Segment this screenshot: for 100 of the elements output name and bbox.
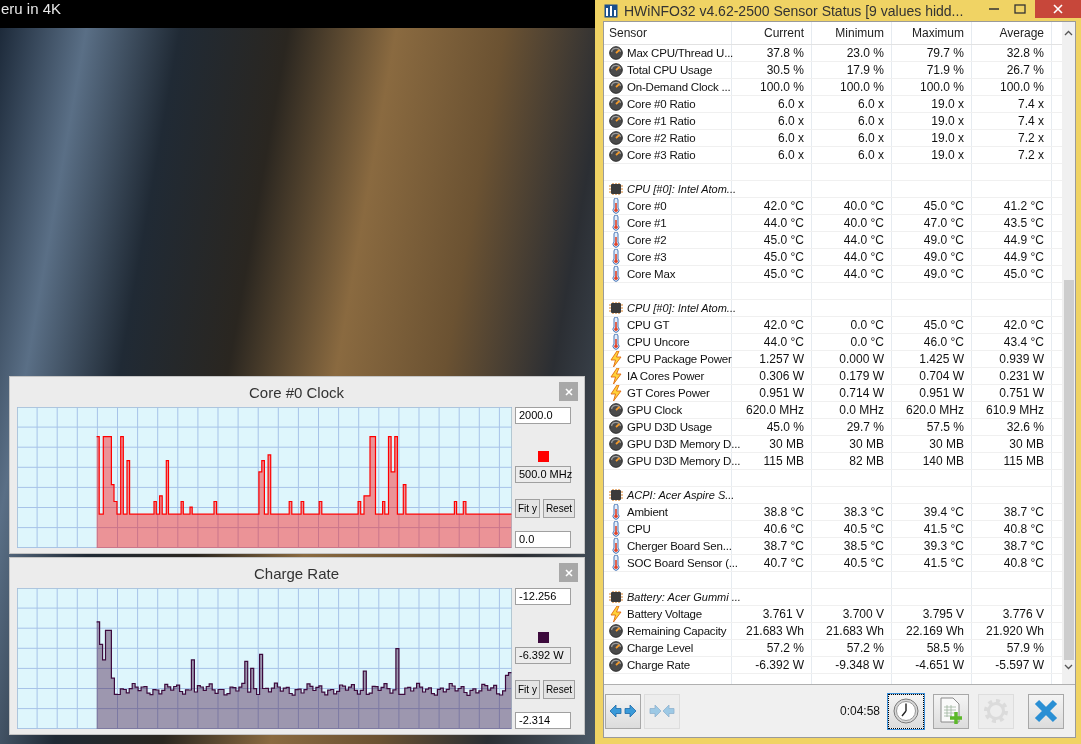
sensor-value: -4.651 W bbox=[915, 658, 964, 672]
gauge-icon bbox=[609, 624, 623, 638]
sensor-value: 44.0 °C bbox=[843, 267, 884, 281]
sensor-value: 30 MB bbox=[769, 437, 804, 451]
sensor-value: 1.425 W bbox=[919, 352, 964, 366]
sensor-value: 0.231 W bbox=[999, 369, 1044, 383]
sensor-value: 42.0 °C bbox=[1003, 318, 1044, 332]
sensor-name: Core #3 bbox=[627, 251, 667, 263]
sensor-name: Core #1 bbox=[627, 217, 667, 229]
column-header[interactable]: Sensor bbox=[604, 22, 732, 44]
sensor-value: 0.179 W bbox=[839, 369, 884, 383]
column-header[interactable]: Minimum bbox=[812, 22, 892, 44]
sensor-name: Battery Voltage bbox=[627, 608, 702, 620]
sensor-value: 3.795 V bbox=[922, 607, 964, 621]
close-button[interactable] bbox=[1035, 0, 1081, 18]
sensor-value: 38.5 °C bbox=[843, 539, 884, 553]
fit-y-button[interactable]: Fit y bbox=[515, 499, 540, 518]
max-value-field[interactable]: 2000.0 bbox=[515, 407, 571, 424]
sensor-name: Core #0 Ratio bbox=[627, 98, 696, 110]
sensor-name: GPU Clock bbox=[627, 404, 683, 416]
scrollbar[interactable] bbox=[1062, 22, 1075, 684]
max-value-field[interactable]: -12.256 bbox=[515, 588, 571, 605]
close-button[interactable] bbox=[559, 382, 578, 401]
sensor-name: Core #3 Ratio bbox=[627, 149, 696, 161]
sensor-value: 40.0 °C bbox=[843, 199, 884, 213]
sensor-value: 30 MB bbox=[929, 437, 964, 451]
sensor-value: 0.0 MHz bbox=[839, 403, 884, 417]
sensor-value: 6.0 x bbox=[778, 131, 804, 145]
sensor-value: 45.0 °C bbox=[923, 199, 964, 213]
sensor-value: 6.0 x bbox=[858, 148, 884, 162]
sensor-value: 22.169 Wh bbox=[905, 624, 964, 638]
sensor-name: Remaining Capacity bbox=[627, 625, 727, 637]
graph-title: Core #0 Clock bbox=[248, 383, 344, 401]
sensor-value: 45.0 °C bbox=[1003, 267, 1044, 281]
sensor-group-header[interactable]: CPU [#0]: Intel Atom... bbox=[627, 302, 737, 314]
column-header[interactable]: Maximum bbox=[892, 22, 972, 44]
sensor-value: 0.0 °C bbox=[850, 335, 884, 349]
sensor-value: 49.0 °C bbox=[923, 250, 964, 264]
sensor-value: 7.2 x bbox=[1018, 148, 1044, 162]
gauge-icon bbox=[609, 114, 623, 128]
close-button[interactable] bbox=[559, 563, 578, 582]
clock-icon bbox=[893, 698, 919, 724]
min-value-field[interactable]: -2.314 bbox=[515, 712, 571, 729]
sensor-value: 38.8 °C bbox=[763, 505, 804, 519]
sensor-value: 45.0 % bbox=[766, 420, 804, 434]
sensor-name: GPU D3D Memory D... bbox=[627, 455, 741, 467]
sensor-value: 57.2 % bbox=[846, 641, 884, 655]
sensor-value: 7.2 x bbox=[1018, 131, 1044, 145]
sensor-value: 19.0 x bbox=[931, 131, 964, 145]
sensor-value: 43.4 °C bbox=[1003, 335, 1044, 349]
reset-button[interactable]: Reset bbox=[542, 680, 575, 699]
report-button[interactable] bbox=[933, 693, 969, 729]
sensor-value: 38.3 °C bbox=[843, 505, 884, 519]
sensor-value: 71.9 % bbox=[926, 63, 964, 77]
chip-icon bbox=[609, 183, 623, 195]
sensor-value: 40.0 °C bbox=[843, 216, 884, 230]
sensor-value: 57.2 % bbox=[766, 641, 804, 655]
arrows-together-icon bbox=[648, 702, 676, 720]
sensor-value: 3.776 V bbox=[1002, 607, 1044, 621]
document-add-icon bbox=[938, 697, 964, 725]
min-value-field[interactable]: 0.0 bbox=[515, 531, 571, 548]
sensor-value: 40.8 °C bbox=[1003, 556, 1044, 570]
sensor-name: Core Max bbox=[627, 268, 676, 280]
sensor-value: 0.704 W bbox=[919, 369, 964, 383]
gauge-icon bbox=[609, 454, 623, 468]
sensor-value: 41.5 °C bbox=[923, 522, 964, 536]
sensor-value: 58.5 % bbox=[926, 641, 964, 655]
current-value-field: 500.0 MHz bbox=[515, 466, 571, 483]
clock-button[interactable] bbox=[888, 693, 924, 729]
sensor-value: 0.714 W bbox=[839, 386, 884, 400]
gauge-icon bbox=[609, 148, 623, 162]
sensor-value: 40.7 °C bbox=[763, 556, 804, 570]
sensor-value: 23.0 % bbox=[846, 46, 884, 60]
sensor-value: 0.000 W bbox=[839, 352, 884, 366]
gauge-icon bbox=[609, 437, 623, 451]
current-value-field: -6.392 W bbox=[515, 647, 571, 664]
sensor-value: 38.7 °C bbox=[1003, 505, 1044, 519]
sensor-value: 21.920 Wh bbox=[985, 624, 1044, 638]
sensor-value: 140 MB bbox=[922, 454, 964, 468]
column-header[interactable]: Average bbox=[972, 22, 1052, 44]
sensor-value: 32.6 % bbox=[1006, 420, 1044, 434]
sensor-group-header[interactable]: ACPI: Acer Aspire S... bbox=[627, 489, 735, 501]
sensor-group-header[interactable]: CPU [#0]: Intel Atom... bbox=[627, 183, 737, 195]
close-button[interactable] bbox=[1028, 693, 1064, 729]
lightning-icon bbox=[609, 368, 623, 384]
fit-y-button[interactable]: Fit y bbox=[515, 680, 540, 699]
sensor-value: 40.6 °C bbox=[763, 522, 804, 536]
gauge-icon bbox=[609, 63, 623, 77]
column-header[interactable]: Current bbox=[732, 22, 812, 44]
sensor-group-header[interactable]: Battery: Acer Gummi ... bbox=[627, 591, 741, 603]
expand-button[interactable] bbox=[605, 693, 641, 729]
sensor-value: 38.7 °C bbox=[763, 539, 804, 553]
sensor-value: 19.0 x bbox=[931, 114, 964, 128]
scroll-thumb[interactable] bbox=[1063, 280, 1074, 660]
sensor-value: 7.4 x bbox=[1018, 97, 1044, 111]
lightning-icon bbox=[609, 606, 623, 622]
reset-button[interactable]: Reset bbox=[542, 499, 575, 518]
sensor-value: 1.257 W bbox=[759, 352, 804, 366]
chip-icon bbox=[609, 489, 623, 501]
sensor-value: 0.951 W bbox=[759, 386, 804, 400]
